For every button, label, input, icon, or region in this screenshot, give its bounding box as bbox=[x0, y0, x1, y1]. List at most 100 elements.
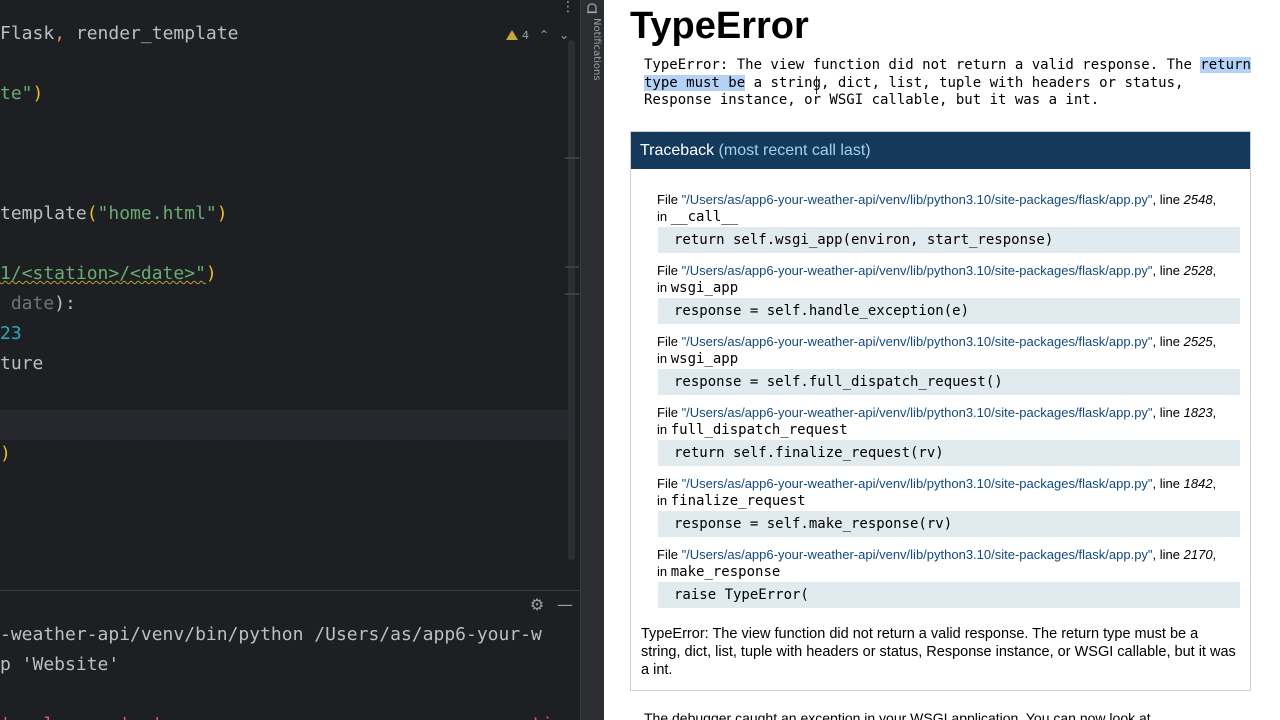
file-label: File bbox=[657, 263, 682, 278]
code-token-number: 23 bbox=[0, 323, 22, 344]
code-line-import: Flask, render_template bbox=[0, 19, 238, 49]
traceback-error-summary: TypeError: The view function did not ret… bbox=[641, 626, 1236, 678]
code-token-render-template: render_template bbox=[65, 23, 239, 44]
code-token-name: ture bbox=[0, 353, 44, 374]
code-line-close: ) bbox=[0, 439, 11, 469]
page-title: TypeError bbox=[630, 5, 809, 47]
in-label: in bbox=[657, 209, 671, 224]
code-token-name: template bbox=[0, 203, 87, 224]
code-text: raise TypeError( bbox=[674, 587, 809, 603]
line-label: , line bbox=[1152, 547, 1184, 562]
code-text: response = self.full_dispatch_request() bbox=[674, 374, 1003, 390]
frame-info: File "/Users/as/app6-your-weather-api/ve… bbox=[657, 405, 1217, 438]
frame-code-line[interactable]: return self.finalize_request(rv) bbox=[658, 440, 1240, 466]
console-line: -weather-api/venv/bin/python /Users/as/a… bbox=[0, 624, 542, 645]
console-error-line: ' l ' ' ti bbox=[0, 710, 553, 720]
frame-info: File "/Users/as/app6-your-weather-api/ve… bbox=[657, 476, 1217, 509]
file-label: File bbox=[657, 476, 682, 491]
frame-info: File "/Users/as/app6-your-weather-api/ve… bbox=[657, 334, 1217, 367]
traceback-subtitle: (most recent call last) bbox=[714, 142, 871, 159]
line-number: 2548 bbox=[1183, 192, 1213, 207]
code-token-string: "home.html" bbox=[97, 203, 217, 224]
frame-info: File "/Users/as/app6-your-weather-api/ve… bbox=[657, 192, 1217, 225]
code-line-def: date): bbox=[0, 289, 76, 319]
traceback-title: Traceback bbox=[640, 142, 715, 159]
file-path[interactable]: "/Users/as/app6-your-weather-api/venv/li… bbox=[682, 263, 1153, 278]
line-number: 1842 bbox=[1183, 476, 1213, 491]
text-cursor bbox=[816, 76, 817, 94]
error-message-text: TypeError: The view function did not ret… bbox=[644, 57, 1201, 73]
line-label: , line bbox=[1152, 192, 1184, 207]
code-text: return self.wsgi_app(environ, start_resp… bbox=[674, 232, 1054, 248]
code-token-flask: Flask bbox=[0, 23, 55, 44]
frame-code-line[interactable]: response = self.handle_exception(e) bbox=[658, 298, 1240, 324]
error-message: TypeError: The view function did not ret… bbox=[644, 57, 1254, 110]
file-label: File bbox=[657, 334, 682, 349]
frame-code-line[interactable]: response = self.make_response(rv) bbox=[658, 511, 1240, 537]
function-name: wsgi_app bbox=[670, 351, 739, 367]
code-text: response = self.handle_exception(e) bbox=[674, 303, 970, 319]
frame-info: File "/Users/as/app6-your-weather-api/ve… bbox=[657, 263, 1217, 296]
warning-icon bbox=[506, 30, 518, 40]
frame-code-line[interactable]: response = self.full_dispatch_request() bbox=[658, 369, 1240, 395]
console-line: p 'Website' bbox=[0, 654, 120, 675]
inspection-widget[interactable]: 4 ⌃ ⌄ bbox=[506, 26, 569, 44]
function-name: __call__ bbox=[670, 209, 739, 225]
function-name: finalize_request bbox=[670, 493, 806, 509]
chevron-up-icon[interactable]: ⌃ bbox=[539, 28, 549, 42]
gear-icon[interactable]: ⚙ bbox=[528, 595, 546, 615]
in-label: in bbox=[657, 493, 671, 508]
code-text: return self.finalize_request(rv) bbox=[674, 445, 944, 461]
run-console[interactable]: -weather-api/venv/bin/python /Users/as/a… bbox=[0, 620, 580, 720]
in-label: in bbox=[657, 351, 671, 366]
notifications-tab[interactable]: Notifications bbox=[582, 18, 602, 88]
code-token-comma: , bbox=[54, 23, 66, 44]
file-label: File bbox=[657, 192, 682, 207]
code-line-render-template: template("home.html") bbox=[0, 199, 228, 229]
function-name: wsgi_app bbox=[670, 280, 739, 296]
code-line-number: 23 bbox=[0, 319, 22, 349]
file-label: File bbox=[657, 405, 682, 420]
code-line-route: 1/<station>/<date>") bbox=[0, 259, 217, 289]
line-number: 2170 bbox=[1183, 547, 1213, 562]
code-token-paren: ) bbox=[216, 203, 228, 224]
line-number: 1823 bbox=[1183, 405, 1213, 420]
traceback-header[interactable]: Traceback (most recent call last) bbox=[631, 132, 1250, 169]
editor-scrollbar[interactable] bbox=[568, 40, 575, 560]
file-path[interactable]: "/Users/as/app6-your-weather-api/venv/li… bbox=[682, 334, 1153, 349]
code-token-paren: ) bbox=[205, 263, 217, 284]
code-token-paren: ( bbox=[86, 203, 98, 224]
file-label: File bbox=[657, 547, 682, 562]
code-text: response = self.make_response(rv) bbox=[674, 516, 953, 532]
code-token-paren: ) bbox=[32, 83, 44, 104]
file-path[interactable]: "/Users/as/app6-your-weather-api/venv/li… bbox=[682, 547, 1153, 562]
line-label: , line bbox=[1152, 263, 1184, 278]
frame-code-line[interactable]: raise TypeError( bbox=[658, 582, 1240, 608]
frame-code-line[interactable]: return self.wsgi_app(environ, start_resp… bbox=[658, 227, 1240, 253]
bell-icon[interactable] bbox=[585, 2, 599, 16]
line-label: , line bbox=[1152, 476, 1184, 491]
line-number: 2528 bbox=[1183, 263, 1213, 278]
code-token-paren: ) bbox=[0, 443, 11, 464]
browser-page: TypeError TypeError: The view function d… bbox=[604, 0, 1280, 720]
file-path[interactable]: "/Users/as/app6-your-weather-api/venv/li… bbox=[682, 405, 1153, 420]
line-label: , line bbox=[1152, 405, 1184, 420]
code-token-colon: ): bbox=[54, 293, 76, 314]
file-path[interactable]: "/Users/as/app6-your-weather-api/venv/li… bbox=[682, 192, 1153, 207]
function-name: full_dispatch_request bbox=[670, 422, 848, 438]
in-label: in bbox=[657, 422, 671, 437]
frame-info: File "/Users/as/app6-your-weather-api/ve… bbox=[657, 547, 1217, 580]
code-line-website: te") bbox=[0, 79, 43, 109]
minimize-icon[interactable]: — bbox=[556, 595, 574, 615]
ide-window: Flask, render_template te") template("ho… bbox=[0, 0, 604, 720]
chevron-down-icon[interactable]: ⌄ bbox=[559, 28, 569, 42]
code-editor[interactable]: Flask, render_template te") template("ho… bbox=[0, 0, 580, 590]
scroll-marker bbox=[565, 266, 579, 268]
warning-count: 4 bbox=[522, 28, 529, 42]
in-label: in bbox=[657, 564, 671, 579]
in-label: in bbox=[657, 280, 671, 295]
more-options-icon[interactable]: ⋮ bbox=[560, 0, 576, 16]
file-path[interactable]: "/Users/as/app6-your-weather-api/venv/li… bbox=[682, 476, 1153, 491]
scroll-marker bbox=[565, 293, 579, 295]
current-line-highlight bbox=[0, 410, 570, 440]
